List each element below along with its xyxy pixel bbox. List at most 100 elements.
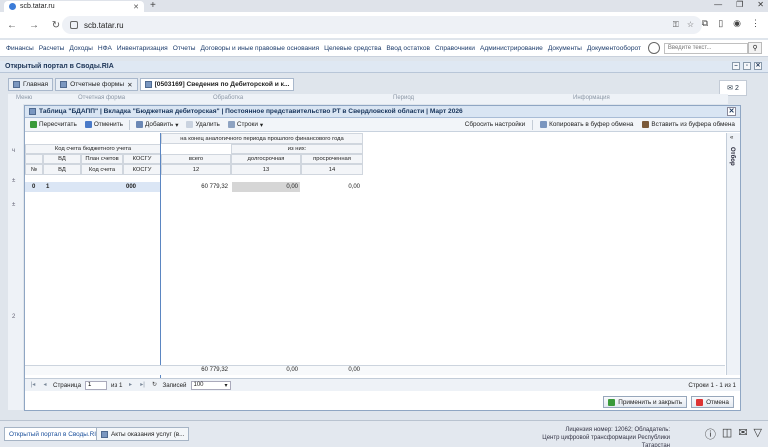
menu-item-income[interactable]: Доходы: [69, 45, 92, 52]
browser-tab[interactable]: scb.tatar.ru ✕: [4, 1, 144, 12]
menu-icon[interactable]: ⋮: [751, 18, 760, 29]
row-long[interactable]: 0,00: [231, 182, 301, 192]
menu-item-nfa[interactable]: НФА: [98, 45, 112, 52]
page-size-value: 100: [193, 382, 204, 388]
portal-restore-icon[interactable]: ▫: [743, 62, 751, 70]
status-circle-icon[interactable]: [648, 42, 660, 54]
close-tab-icon[interactable]: ✕: [133, 3, 139, 11]
next-page-icon[interactable]: ▸: [127, 381, 135, 389]
email-icon[interactable]: ✉: [738, 426, 747, 442]
minimize-icon[interactable]: —: [714, 0, 722, 9]
row-vd[interactable]: 1: [43, 182, 52, 192]
menu-item-balances[interactable]: Ввод остатков: [386, 45, 430, 52]
collapse-icon[interactable]: ▽: [754, 426, 762, 442]
menu-item-directories[interactable]: Справочники: [435, 45, 475, 52]
window-close-icon[interactable]: ✕: [727, 107, 736, 116]
menu-item-documents[interactable]: Документы: [548, 45, 582, 52]
row-overdue[interactable]: 0,00: [301, 182, 363, 192]
task-service-acts[interactable]: Акты оказания услуг (в...: [96, 427, 190, 441]
camera-icon[interactable]: ◫: [722, 426, 732, 442]
last-page-icon[interactable]: ▸|: [139, 381, 147, 389]
rows-icon: [227, 121, 235, 128]
apply-close-button[interactable]: Применить и закрыть: [603, 396, 688, 408]
address-bar[interactable]: scb.tatar.ru ⚿ ☆: [62, 16, 702, 34]
menu-item-docflow[interactable]: Документооборот: [587, 45, 641, 52]
header-num: №: [25, 164, 43, 175]
close-tab-icon[interactable]: ✕: [127, 81, 133, 89]
menu-item-admin[interactable]: Администрирование: [480, 45, 543, 52]
help-icon[interactable]: ⓘ: [705, 426, 716, 442]
tab-report-0503169[interactable]: [0503169] Сведения по Дебиторской и к...: [139, 78, 295, 91]
totals-overdue: 0,00: [348, 367, 360, 373]
extensions-icon[interactable]: ⧉: [702, 18, 708, 29]
delete-icon: [186, 121, 194, 128]
browser-tab-title: scb.tatar.ru: [20, 3, 55, 10]
sidebar-icon[interactable]: ▯: [718, 18, 723, 29]
cancel-button[interactable]: Отмена: [691, 396, 734, 408]
new-tab-button[interactable]: +: [150, 0, 156, 11]
bookmark-star-icon[interactable]: ☆: [687, 20, 694, 30]
toolbar-separator: [129, 119, 131, 130]
search-icon[interactable]: ⚲: [748, 42, 762, 54]
header-plan: План счетов: [81, 154, 123, 164]
page-size-select[interactable]: 100 ▾: [190, 380, 231, 390]
back-icon[interactable]: ←: [6, 20, 18, 31]
site-info-icon[interactable]: [70, 21, 78, 29]
profile-icon[interactable]: ◉: [733, 18, 741, 29]
header-empty: [25, 154, 43, 164]
key-icon[interactable]: ⚿: [673, 20, 679, 30]
menu-item-finance[interactable]: Финансы: [6, 45, 34, 52]
license-text: Лицензия номер: 12062; Обладатель:: [565, 427, 670, 433]
totals-long: 0,00: [286, 367, 298, 373]
menu-item-contracts[interactable]: Договоры и иные правовые основания: [201, 45, 320, 52]
browser-tabstrip: scb.tatar.ru ✕ + — ❐ ✕: [0, 0, 768, 12]
row-kosgu[interactable]: 000: [123, 182, 139, 192]
close-window-icon[interactable]: ✕: [757, 0, 764, 9]
forward-icon[interactable]: →: [28, 20, 40, 31]
inner-tab-bar: Главная Отчетные формы ✕ [0503169] Сведе…: [8, 78, 708, 91]
page-label: Страница: [53, 381, 82, 389]
add-icon: [136, 121, 144, 128]
page-number-input[interactable]: [85, 380, 108, 390]
add-button[interactable]: Добавить ▾: [134, 121, 180, 129]
paste-button[interactable]: Вставить из буфера обмена: [640, 120, 737, 130]
header-long: долгосрочная: [231, 154, 301, 164]
tab-report-forms[interactable]: Отчетные формы ✕: [55, 78, 138, 91]
portal-minimize-icon[interactable]: –: [732, 62, 740, 70]
undo-button[interactable]: Отменить: [83, 121, 125, 128]
recalc-button[interactable]: Пересчитать: [28, 121, 79, 128]
reload-icon[interactable]: ↻: [50, 20, 62, 31]
header-total: всего: [161, 154, 231, 164]
tab-home[interactable]: Главная: [8, 78, 54, 91]
maximize-icon[interactable]: ❐: [736, 0, 743, 9]
mail-icon: ✉: [727, 85, 733, 92]
header-code-kosgu: КОСГУ: [123, 164, 161, 175]
row-num[interactable]: 0: [29, 182, 38, 192]
rows-button[interactable]: Строки ▾: [226, 121, 265, 129]
menu-item-settlements[interactable]: Расчеты: [39, 45, 65, 52]
task-label: Открытый портал в Своды.RIA: [9, 430, 101, 438]
header-group-account: Код счета бюджетного учета: [25, 144, 161, 154]
refresh-icon[interactable]: ↻: [151, 381, 159, 389]
reset-settings-button[interactable]: Сбросить настройки: [463, 120, 527, 130]
portal-title: Открытый портал в Своды.RIA: [5, 63, 114, 70]
app-search-input[interactable]: Введите текст...: [663, 42, 749, 54]
rows-status: Строки 1 - 1 из 1: [688, 381, 736, 389]
filter-panel-collapsed[interactable]: « Отбор: [726, 133, 740, 375]
row-total[interactable]: 60 779,32: [161, 182, 231, 192]
tab-label: Главная: [23, 81, 49, 88]
menu-item-inventory[interactable]: Инвентаризация: [117, 45, 168, 52]
portal-close-icon[interactable]: ✕: [754, 62, 762, 70]
bg-header-period: Период: [393, 95, 415, 101]
header-num-14: 14: [301, 164, 363, 175]
left-rail: ч ± ± 2: [8, 104, 23, 410]
window-toolbar: Пересчитать Отменить Добавить ▾ Удалить С…: [25, 118, 740, 132]
task-open-portal[interactable]: Открытый портал в Своды.RIA: [4, 427, 106, 441]
first-page-icon[interactable]: |◂: [29, 381, 37, 389]
copy-button[interactable]: Копировать в буфер обмена: [538, 120, 635, 130]
prev-page-icon[interactable]: ◂: [41, 381, 49, 389]
menu-item-reports[interactable]: Отчеты: [173, 45, 196, 52]
delete-button[interactable]: Удалить: [184, 121, 221, 128]
expand-icon[interactable]: «: [730, 135, 733, 141]
menu-item-target-funds[interactable]: Целевые средства: [324, 45, 381, 52]
